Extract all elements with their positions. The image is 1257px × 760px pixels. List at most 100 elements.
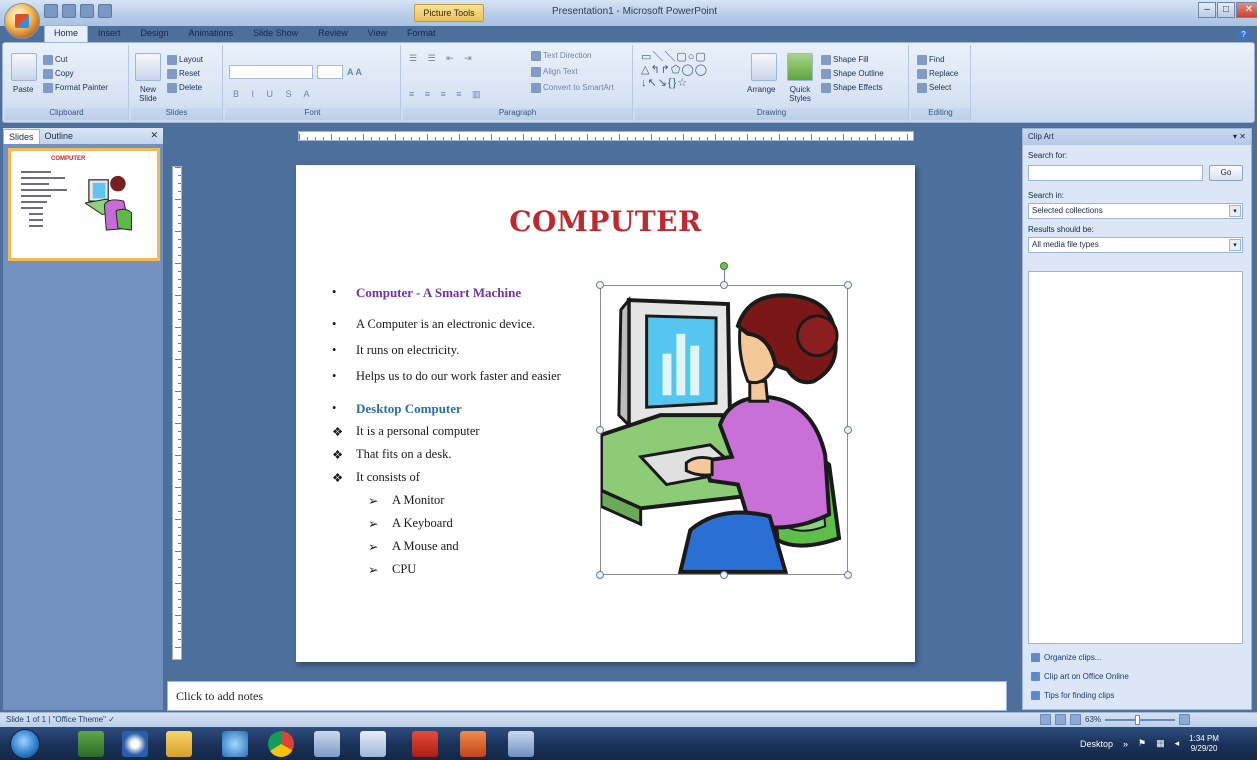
copy-button[interactable]: Copy [43, 69, 74, 79]
media-player-icon[interactable] [122, 731, 148, 757]
document-icon[interactable] [360, 731, 386, 757]
app-icon[interactable] [508, 731, 534, 757]
notes-pane[interactable]: Click to add notes [167, 681, 1007, 711]
app-icon[interactable] [314, 731, 340, 757]
format-painter-button[interactable]: Format Painter [43, 83, 108, 93]
resize-handle[interactable] [844, 571, 852, 579]
shape-fill-button[interactable]: Shape Fill [821, 55, 869, 65]
find-button[interactable]: Find [917, 55, 945, 65]
paste-icon[interactable] [11, 53, 37, 81]
horizontal-ruler[interactable] [298, 131, 914, 141]
cut-button[interactable]: Cut [43, 55, 67, 65]
volume-icon[interactable]: ◂ [1175, 738, 1180, 749]
replace-button[interactable]: Replace [917, 69, 958, 79]
grow-shrink-font-icon[interactable]: A A [347, 67, 362, 77]
select-button[interactable]: Select [917, 83, 951, 93]
reset-button[interactable]: Reset [167, 69, 200, 79]
tab-view[interactable]: View [358, 25, 397, 42]
vertical-ruler[interactable] [172, 166, 182, 660]
pdf-reader-icon[interactable] [412, 731, 438, 757]
clip-art-online-link[interactable]: Clip art on Office Online [1031, 672, 1129, 682]
font-size-combo[interactable] [317, 65, 343, 79]
rotation-handle[interactable] [720, 262, 728, 270]
chrome-icon[interactable] [268, 731, 294, 757]
clip-results-area[interactable] [1028, 271, 1243, 644]
slide-title[interactable]: COMPUTER [296, 205, 915, 238]
zoom-thumb[interactable] [1135, 714, 1141, 725]
arrange-button[interactable]: Arrange [747, 85, 775, 94]
folder-icon[interactable] [166, 731, 192, 757]
maximize-button[interactable]: □ [1217, 2, 1235, 18]
desktop-label[interactable]: Desktop [1080, 739, 1113, 749]
start-button[interactable] [10, 729, 40, 759]
undo-icon[interactable] [62, 4, 76, 18]
tab-insert[interactable]: Insert [88, 25, 131, 42]
font-name-combo[interactable] [229, 65, 313, 79]
shape-effects-button[interactable]: Shape Effects [821, 83, 883, 93]
slide-thumbnail[interactable]: COMPUTER [8, 148, 160, 261]
quick-styles-button[interactable]: Quick Styles [785, 85, 815, 103]
text-direction-button[interactable]: Text Direction [531, 51, 591, 61]
powerpoint-icon[interactable] [460, 731, 486, 757]
redo-icon[interactable] [80, 4, 94, 18]
customize-qat-icon[interactable] [98, 4, 112, 18]
tab-home[interactable]: Home [44, 25, 89, 42]
go-button[interactable]: Go [1209, 165, 1243, 181]
font-format-icons[interactable]: B I U S A [233, 89, 315, 99]
zoom-slider[interactable] [1105, 714, 1176, 725]
tab-format[interactable]: Format [397, 25, 446, 42]
save-icon[interactable] [44, 4, 58, 18]
resize-handle[interactable] [596, 571, 604, 579]
new-slide-button[interactable]: New Slide [133, 85, 163, 103]
pane-options-icon[interactable]: ▾ [1233, 132, 1237, 141]
resize-handle[interactable] [720, 571, 728, 579]
close-pane-icon[interactable]: ✕ [1239, 132, 1246, 141]
alignment-icons[interactable]: ≡ ≡ ≡ ≡ ▥ [409, 89, 485, 100]
tab-slides[interactable]: Slides [3, 128, 40, 144]
close-pane-icon[interactable]: ✕ [150, 130, 158, 141]
help-icon[interactable]: ? [1238, 29, 1249, 40]
layout-button[interactable]: Layout [167, 55, 203, 65]
shapes-gallery[interactable]: ▭＼＼▢○▢ △↰↱⬠◯◯ ↓↖↘{}☆ [641, 51, 708, 90]
fit-to-window-icon[interactable] [1179, 714, 1191, 725]
quick-styles-icon[interactable] [787, 53, 813, 81]
clip-search-input[interactable] [1028, 165, 1203, 181]
tab-design[interactable]: Design [131, 25, 179, 42]
results-select[interactable]: All media file types ▾ [1028, 237, 1243, 253]
clock[interactable]: 1:34 PM 9/29/20 [1189, 734, 1219, 754]
paste-button[interactable]: Paste [13, 85, 33, 94]
paint-icon[interactable] [222, 731, 248, 757]
selected-clipart-picture[interactable] [599, 285, 848, 575]
shape-outline-button[interactable]: Shape Outline [821, 69, 884, 79]
close-button[interactable]: ✕ [1236, 2, 1257, 18]
network-icon[interactable]: ▦ [1156, 738, 1165, 749]
resize-handle[interactable] [844, 426, 852, 434]
zoom-level[interactable]: 63% [1085, 715, 1101, 724]
resize-handle[interactable] [596, 281, 604, 289]
tab-slide-show[interactable]: Slide Show [243, 25, 308, 42]
resize-handle[interactable] [596, 426, 604, 434]
delete-button[interactable]: Delete [167, 83, 202, 93]
spell-check-icon[interactable]: ✓ [108, 715, 115, 724]
organize-clips-link[interactable]: Organize clips... [1031, 653, 1101, 663]
dreamweaver-icon[interactable] [78, 731, 104, 757]
tray-chevron-icon[interactable]: » [1123, 739, 1128, 749]
office-button[interactable] [4, 3, 40, 39]
tips-link[interactable]: Tips for finding clips [1031, 691, 1114, 701]
convert-smartart-button[interactable]: Convert to SmartArt [531, 83, 614, 93]
minimize-button[interactable]: – [1198, 2, 1216, 18]
search-in-select[interactable]: Selected collections ▾ [1028, 203, 1243, 219]
tab-animations[interactable]: Animations [179, 25, 244, 42]
list-indent-icons[interactable]: ☰ ☰ ⇤ ⇥ [409, 53, 476, 64]
tab-review[interactable]: Review [308, 25, 358, 42]
slide-sorter-icon[interactable] [1055, 714, 1066, 725]
flag-icon[interactable]: ⚑ [1138, 738, 1146, 749]
arrange-icon[interactable] [751, 53, 777, 81]
tab-outline[interactable]: Outline [40, 129, 79, 144]
slide-show-icon[interactable] [1070, 714, 1081, 725]
normal-view-icon[interactable] [1040, 714, 1051, 725]
resize-handle[interactable] [844, 281, 852, 289]
new-slide-icon[interactable] [135, 53, 161, 81]
resize-handle[interactable] [720, 281, 728, 289]
align-text-button[interactable]: Align Text [531, 67, 578, 77]
